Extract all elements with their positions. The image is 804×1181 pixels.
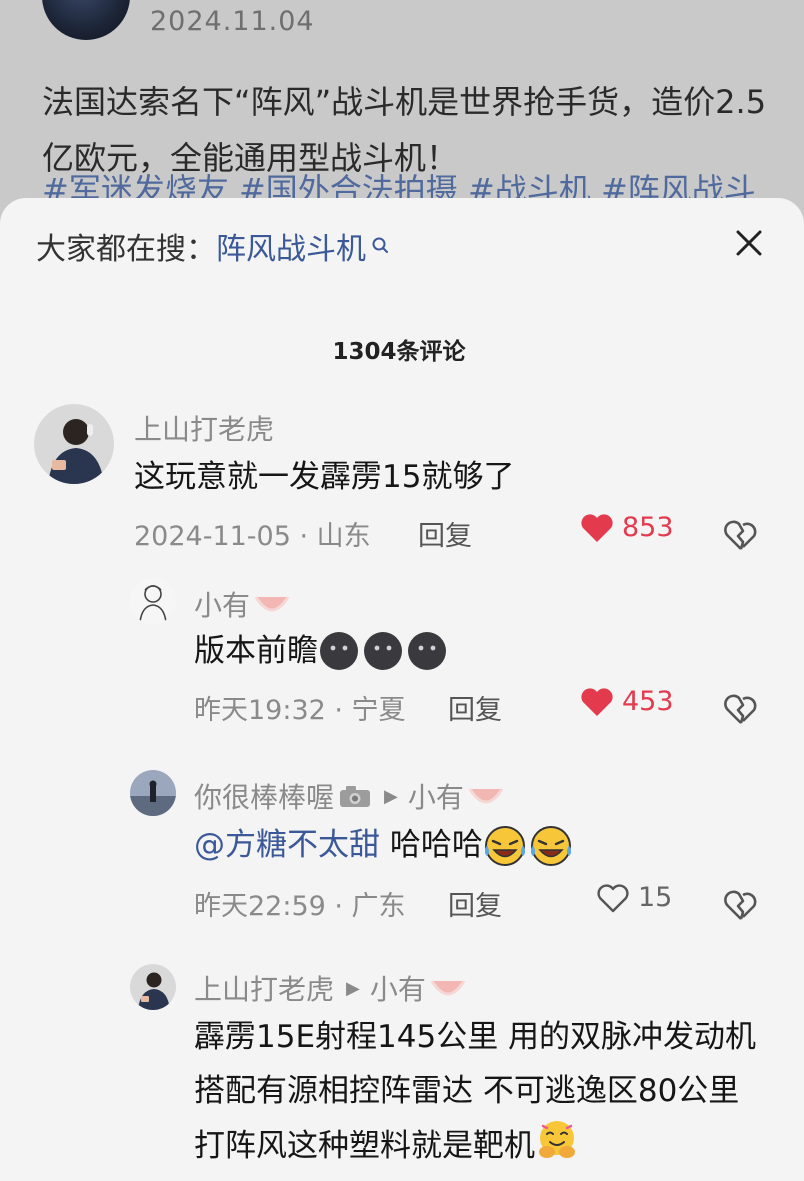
trending-search-term[interactable]: 阵风战斗机 [216,224,366,268]
comment-username[interactable]: 你很棒棒喔 ▶ 小有 [194,776,504,816]
comment-meta: 2024-11-05 · 山东 [134,521,371,552]
username-text: 上山打老虎 [134,413,275,446]
reply-button[interactable]: 回复 [448,688,502,727]
comment-username[interactable]: 小有 [194,584,290,624]
trending-search-label: 大家都在搜： [36,232,216,267]
user-mention-link[interactable]: @方糖不太甜 [194,818,380,872]
comment-item: 小有 版本前瞻 昨天19:32 · 宁夏 昨天19:32 · 宁夏 回复 [0,578,804,748]
hugging-face-emoji-icon [539,1121,575,1158]
avatar[interactable] [130,770,176,816]
like-count: 15 [638,882,673,913]
comment-meta: 昨天22:59 · 广东 [194,891,406,922]
close-icon[interactable] [734,228,764,258]
comment-item: 上山打老虎 ▶ 小有 霹雳15E射程145公里 用的双脉冲发动机搭配有源相控阵雷… [0,964,804,1181]
watermelon-emoji-icon [430,980,466,996]
reply-button[interactable]: 回复 [448,884,502,923]
like-count: 853 [622,512,674,543]
user-avatar-image [130,964,176,1010]
comment-item: 上山打老虎 这玩意就一发霹雳15就够了 2024-11-05 · 山东 回复 8… [0,404,804,574]
post-author-avatar[interactable] [42,0,130,40]
reply-target-username[interactable]: 小有 [370,968,426,1008]
broken-heart-icon[interactable] [724,888,758,922]
comment-text: 这玩意就一发霹雳15就够了 [134,459,515,495]
comment-username[interactable]: 上山打老虎 ▶ 小有 [194,968,466,1008]
comment-text: @方糖不太甜 哈哈哈 [194,818,575,872]
comment-meta: 昨天19:32 · 宁夏 [194,695,406,726]
comment-item: 你很棒棒喔 ▶ 小有 @方糖不太甜 哈哈哈 昨天22:59 · 广东 回复 15 [0,770,804,940]
username-text: 小有 [194,589,251,622]
avatar[interactable] [130,964,176,1010]
search-icon [372,237,388,253]
like-button[interactable]: 453 [580,686,674,717]
heart-filled-icon [581,687,613,716]
user-avatar-image [34,404,114,484]
comment-username[interactable]: 上山打老虎 [134,408,274,448]
watermelon-emoji-icon [468,788,504,804]
like-count: 453 [622,686,674,717]
watermelon-emoji-icon [254,596,290,612]
reply-button[interactable]: 回复 [418,514,472,553]
post-area: 2024.11.04 法国达索名下“阵风”战斗机是世界抢手货，造价2.5亿欧元，… [0,0,804,230]
post-date: 2024.11.04 [150,6,315,37]
broken-heart-icon[interactable] [724,692,758,726]
trending-search-bar[interactable]: 大家都在搜： 阵风战斗机 [36,224,392,268]
dark-face-emoji-icon [320,632,446,670]
laughing-crying-emoji-icon [484,826,571,866]
comment-text: 霹雳15E射程145公里 用的双脉冲发动机搭配有源相控阵雷达 不可逃逸区80公里… [194,1010,764,1173]
reply-arrow-icon: ▶ [384,785,398,807]
comment-text-content: 哈哈哈 [380,827,483,863]
comment-text: 版本前瞻 [194,624,450,678]
avatar[interactable] [34,404,114,484]
reply-arrow-icon: ▶ [346,977,360,999]
broken-heart-icon[interactable] [724,518,758,552]
avatar[interactable] [130,578,176,624]
username-text: 上山打老虎 [194,973,335,1006]
like-button[interactable]: 15 [596,882,672,913]
user-avatar-image [130,578,176,624]
comment-text-content: 霹雳15E射程145公里 用的双脉冲发动机搭配有源相控阵雷达 不可逃逸区80公里… [194,1019,757,1164]
heart-outline-icon [597,883,629,912]
camera-emoji-icon [340,786,371,807]
like-button[interactable]: 853 [580,512,674,543]
username-text: 你很棒棒喔 [194,781,335,814]
comment-text-content: 版本前瞻 [194,633,318,669]
heart-filled-icon [581,513,613,542]
user-avatar-image [130,770,176,816]
comment-sheet: 大家都在搜： 阵风战斗机 1304条评论 上山打老虎 这玩意就一发霹雳15就够了… [0,198,804,1181]
comment-count: 1304条评论 [332,339,466,365]
reply-target-username[interactable]: 小有 [408,776,464,816]
